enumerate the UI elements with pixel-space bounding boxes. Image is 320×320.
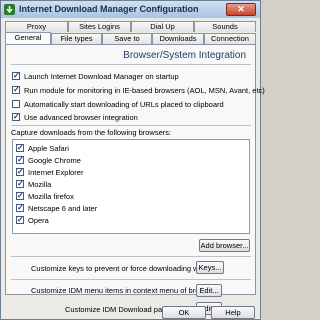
browser-item-mozilla-firefox[interactable]: Mozilla firefox [16, 191, 74, 201]
browser-label: Mozilla [28, 179, 52, 189]
close-button[interactable]: ✕ [226, 3, 256, 16]
checkbox[interactable] [12, 112, 20, 121]
browser-label: Google Chrome [28, 155, 81, 165]
checkbox[interactable] [12, 71, 20, 80]
checkbox[interactable] [16, 203, 24, 212]
divider [11, 125, 251, 126]
browser-item-opera[interactable]: Opera [16, 215, 49, 225]
browser-label: Netscape 6 and later [28, 203, 98, 213]
option-label: Use advanced browser integration [24, 112, 138, 122]
tab-save-to[interactable]: Save to [102, 33, 152, 44]
capture-label: Capture downloads from the following bro… [11, 128, 172, 137]
option-label: Run module for monitoring in IE-based br… [24, 85, 265, 95]
tab-general[interactable]: General [5, 32, 51, 44]
tab-dial-up[interactable]: Dial Up [131, 21, 194, 32]
browser-item-google-chrome[interactable]: Google Chrome [16, 155, 81, 165]
checkbox[interactable] [16, 191, 24, 200]
browser-label: Opera [28, 215, 49, 225]
checkbox[interactable] [16, 143, 24, 152]
keys-label: Customize keys to prevent or force downl… [31, 264, 223, 273]
tab-sites-logins[interactable]: Sites Logins [68, 21, 131, 32]
browser-label: Apple Safari [28, 143, 69, 153]
tab-connection[interactable]: Connection [204, 33, 256, 44]
section-divider [11, 64, 251, 65]
checkbox[interactable] [16, 215, 24, 224]
tab-proxy[interactable]: Proxy [5, 21, 68, 32]
context-menu-label: Customize IDM menu items in context menu… [31, 286, 219, 295]
browser-item-internet-explorer[interactable]: Internet Explorer [16, 167, 83, 177]
idm-app-icon [4, 4, 15, 15]
divider [11, 256, 251, 257]
option-clipboard-download[interactable]: Automatically start downloading of URLs … [12, 99, 224, 109]
browser-item-apple-safari[interactable]: Apple Safari [16, 143, 69, 153]
option-monitor-ie-browsers[interactable]: Run module for monitoring in IE-based br… [12, 85, 265, 95]
option-launch-on-startup[interactable]: Launch Internet Download Manager on star… [12, 71, 179, 81]
checkbox[interactable] [12, 85, 20, 94]
option-advanced-integration[interactable]: Use advanced browser integration [12, 112, 138, 122]
tab-file-types[interactable]: File types [51, 33, 102, 44]
context-menu-edit-button[interactable]: Edit... [196, 284, 222, 297]
add-browser-button[interactable]: Add browser... [199, 239, 250, 252]
checkbox[interactable] [12, 100, 20, 108]
help-button[interactable]: Help [211, 306, 255, 319]
checkbox[interactable] [16, 179, 24, 188]
tab-downloads[interactable]: Downloads [152, 33, 204, 44]
browser-item-mozilla[interactable]: Mozilla [16, 179, 51, 189]
config-window: Internet Download Manager Configuration … [0, 0, 265, 320]
browser-label: Mozilla firefox [28, 191, 74, 201]
divider [11, 279, 251, 280]
browser-item-netscape[interactable]: Netscape 6 and later [16, 203, 97, 213]
browser-label: Internet Explorer [28, 167, 84, 177]
checkbox[interactable] [16, 167, 24, 176]
window-title: Internet Download Manager Configuration [19, 4, 199, 14]
tab-sounds[interactable]: Sounds [194, 21, 256, 32]
keys-button[interactable]: Keys... [196, 261, 224, 274]
ok-button[interactable]: OK [162, 306, 206, 319]
option-label: Automatically start downloading of URLs … [24, 99, 224, 109]
section-title: Browser/System Integration [123, 50, 246, 61]
browser-list[interactable]: Apple Safari Google Chrome Internet Expl… [12, 139, 250, 234]
title-bar: Internet Download Manager Configuration … [1, 1, 260, 18]
option-label: Launch Internet Download Manager on star… [24, 71, 179, 81]
checkbox[interactable] [16, 155, 24, 164]
